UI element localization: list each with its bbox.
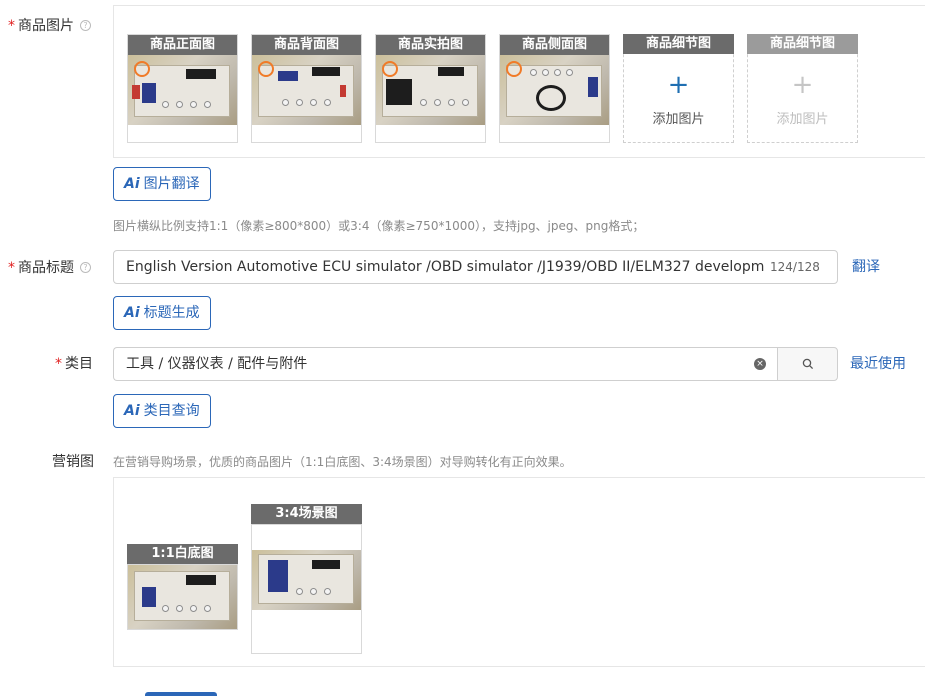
ai-icon: Ai <box>124 176 140 192</box>
product-photo <box>252 55 361 125</box>
image-format-hint: 图片横纵比例支持1:1（像素≥800*800）或3:4（像素≥750*1000）… <box>113 219 645 233</box>
ai-icon: Ai <box>124 305 140 321</box>
add-image-label: 添加图片 <box>652 112 705 127</box>
category-value: 工具 / 仪器仪表 / 配件与附件 <box>126 356 308 372</box>
category-search-button[interactable] <box>777 347 838 381</box>
marketing-label: 营销图 <box>52 454 94 470</box>
search-icon <box>802 358 814 370</box>
marketing-slot-white-bg[interactable]: 1:1白底图 <box>127 544 238 630</box>
product-images-panel: 商品正面图 商品背面图 商品实拍图 商品侧面图 商品细节图 + 添加图片 商品细… <box>113 5 925 158</box>
marketing-hint: 在营销导购场景，优质的商品图片（1:1白底图、3:4场景图）对导购转化有正向效果… <box>113 455 572 469</box>
bottom-button-edge <box>145 692 217 696</box>
required-asterisk: * <box>55 356 62 372</box>
clear-circle-icon[interactable]: × <box>754 358 766 370</box>
product-title-value: English Version Automotive ECU simulator… <box>126 259 765 275</box>
ai-icon: Ai <box>124 403 140 419</box>
category-label: * 类目 <box>55 353 93 373</box>
title-generate-label: 标题生成 <box>143 305 200 321</box>
title-char-counter: 124/128 <box>770 260 820 274</box>
marketing-slot-title: 1:1白底图 <box>127 544 238 564</box>
product-images-label: * 商品图片? <box>8 15 108 35</box>
image-slot-title: 商品侧面图 <box>500 35 609 55</box>
product-photo <box>128 55 237 125</box>
category-query-button[interactable]: Ai 类目查询 <box>113 394 211 428</box>
category-input[interactable]: 工具 / 仪器仪表 / 配件与附件 <box>113 347 778 381</box>
product-title-input[interactable]: English Version Automotive ECU simulator… <box>113 250 838 284</box>
image-slot-back[interactable]: 商品背面图 <box>251 34 362 143</box>
product-images-label-text: 商品图片 <box>18 18 74 34</box>
plus-icon: + <box>791 70 814 100</box>
image-slot-title: 商品细节图 <box>747 34 858 54</box>
product-photo <box>500 55 609 125</box>
product-photo <box>376 55 485 125</box>
plus-icon: + <box>667 70 690 100</box>
product-title-label: * 商品标题? <box>8 257 108 277</box>
add-image-label: 添加图片 <box>776 112 829 127</box>
product-title-label-text: 商品标题 <box>18 260 74 276</box>
image-slot-side[interactable]: 商品侧面图 <box>499 34 610 143</box>
image-slot-front[interactable]: 商品正面图 <box>127 34 238 143</box>
question-circle-icon[interactable]: ? <box>80 262 91 273</box>
marketing-slot-scene[interactable]: 3:4场景图 <box>251 504 362 654</box>
required-asterisk: * <box>8 260 15 276</box>
title-generate-button[interactable]: Ai 标题生成 <box>113 296 211 330</box>
recent-used-link[interactable]: 最近使用 <box>850 353 906 373</box>
image-slot-detail-add-disabled: 商品细节图 + 添加图片 <box>747 34 858 143</box>
image-slot-title: 商品实拍图 <box>376 35 485 55</box>
question-circle-icon[interactable]: ? <box>80 20 91 31</box>
product-photo <box>252 550 361 610</box>
image-slot-real[interactable]: 商品实拍图 <box>375 34 486 143</box>
title-translate-link[interactable]: 翻译 <box>852 256 880 276</box>
image-slot-title: 商品背面图 <box>252 35 361 55</box>
category-query-label: 类目查询 <box>143 403 200 419</box>
marketing-slot-title: 3:4场景图 <box>251 504 362 524</box>
category-label-text: 类目 <box>65 356 93 372</box>
image-slot-title: 商品细节图 <box>623 34 734 54</box>
required-asterisk: * <box>8 18 15 34</box>
marketing-images-panel: 1:1白底图 3:4场景图 <box>113 477 925 667</box>
image-slot-title: 商品正面图 <box>128 35 237 55</box>
image-translate-label: 图片翻译 <box>143 176 200 192</box>
product-photo <box>128 565 237 629</box>
image-translate-button[interactable]: Ai 图片翻译 <box>113 167 211 201</box>
image-slot-detail-add[interactable]: 商品细节图 + 添加图片 <box>623 34 734 143</box>
